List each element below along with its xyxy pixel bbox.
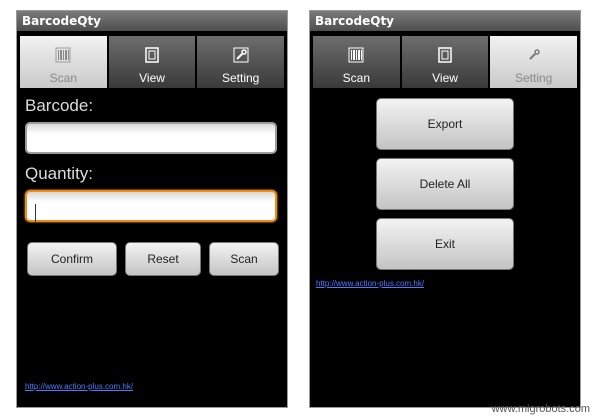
wrench-icon (232, 46, 250, 64)
tab-label: Scan (342, 71, 371, 85)
tab-setting[interactable]: Setting (490, 36, 578, 88)
tab-view[interactable]: View (401, 36, 489, 88)
wrench-icon (525, 46, 543, 64)
tab-label: Setting (515, 71, 553, 85)
website-link[interactable]: http://www.action-plus.com.hk/ (25, 382, 133, 391)
tab-label: Setting (222, 71, 260, 85)
export-button[interactable]: Export (376, 98, 514, 150)
app-title: BarcodeQty (315, 14, 395, 28)
tab-bar: Scan View Setting (20, 36, 285, 88)
tab-setting[interactable]: Setting (197, 36, 285, 88)
scan-button[interactable]: Scan (209, 242, 279, 276)
action-button-row: Confirm Reset Scan (27, 242, 279, 276)
settings-menu: Export Delete All Exit (310, 98, 580, 270)
tab-label: Scan (49, 71, 78, 85)
watermark: www.mlgrobots.com (491, 403, 590, 415)
website-link[interactable]: http://www.action-plus.com.hk/ (316, 279, 424, 288)
delete-all-button[interactable]: Delete All (376, 158, 514, 210)
quantity-input[interactable] (25, 190, 277, 222)
barcode-icon (54, 46, 72, 64)
app-title: BarcodeQty (22, 14, 102, 28)
app-title-bar: BarcodeQty (310, 11, 580, 31)
barcode-input[interactable] (25, 122, 277, 154)
setting-screen: BarcodeQty Scan View Setting Export Dele… (309, 10, 581, 408)
document-icon (143, 46, 161, 64)
app-title-bar: BarcodeQty (17, 11, 287, 31)
confirm-button[interactable]: Confirm (27, 242, 117, 276)
tab-label: View (432, 71, 458, 85)
scan-screen: BarcodeQty Scan View Setting Barcode: Qu… (16, 10, 288, 408)
text-caret (35, 204, 36, 222)
tab-view[interactable]: View (108, 36, 196, 88)
exit-button[interactable]: Exit (376, 218, 514, 270)
document-icon (436, 46, 454, 64)
tab-scan[interactable]: Scan (313, 36, 400, 88)
tab-label: View (139, 71, 165, 85)
quantity-label: Quantity: (25, 164, 94, 183)
barcode-label: Barcode: (25, 96, 94, 115)
tab-bar: Scan View Setting (313, 36, 578, 88)
reset-button[interactable]: Reset (125, 242, 201, 276)
barcode-icon (347, 46, 365, 64)
tab-scan[interactable]: Scan (20, 36, 107, 88)
